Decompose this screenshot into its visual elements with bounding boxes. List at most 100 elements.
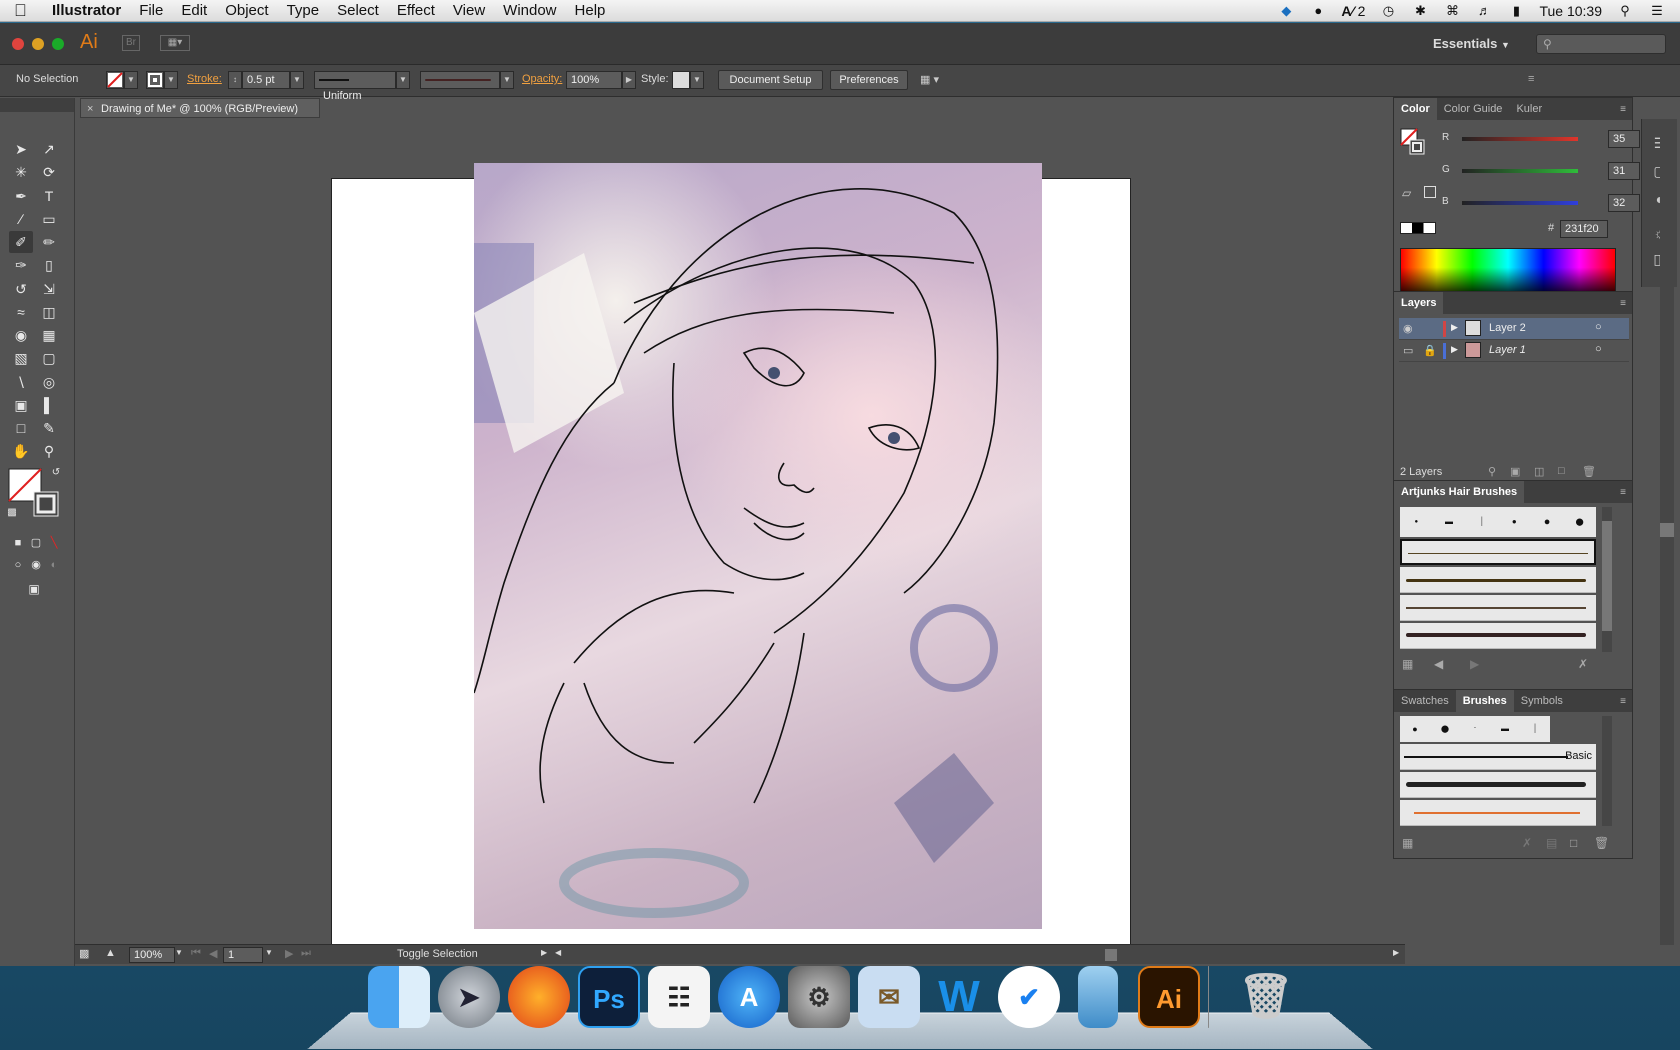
menu-file[interactable]: File: [139, 2, 163, 19]
previous-library-icon[interactable]: ◀: [1434, 657, 1443, 671]
blob-brush-tool-icon[interactable]: ✑: [9, 254, 33, 276]
brush-tip[interactable]: ●: [1400, 507, 1433, 537]
search-icon[interactable]: ⚲: [1616, 3, 1634, 18]
bluetooth-icon[interactable]: ✱: [1411, 3, 1429, 18]
menu-app-name[interactable]: Illustrator: [52, 2, 121, 19]
status-menu-icon[interactable]: ▶: [541, 948, 547, 957]
menu-help[interactable]: Help: [575, 2, 606, 19]
zoom-window-button[interactable]: [52, 38, 64, 50]
system-preferences-icon[interactable]: ⚙: [788, 966, 850, 1028]
r-slider[interactable]: [1462, 137, 1578, 141]
lasso-tool-icon[interactable]: ⟳: [37, 161, 61, 183]
lock-icon[interactable]: 🔒: [1423, 344, 1437, 357]
locate-object-icon[interactable]: ⚲: [1488, 465, 1496, 478]
brush-tip[interactable]: ▬: [1490, 716, 1520, 742]
new-brush-icon[interactable]: □: [1570, 836, 1577, 850]
illustrator-dock-icon[interactable]: Ai: [1138, 966, 1200, 1028]
remove-stroke-icon[interactable]: ✗: [1522, 836, 1532, 850]
stroke-weight-input[interactable]: 0.5 pt: [242, 71, 290, 89]
mail-icon[interactable]: ✉: [858, 966, 920, 1028]
brush-tip[interactable]: ┃: [1465, 507, 1498, 537]
target-icon[interactable]: ○: [1595, 343, 1602, 355]
free-transform-tool-icon[interactable]: ◫: [37, 301, 61, 323]
screen-mode-icon[interactable]: ▣: [22, 578, 46, 600]
scale-tool-icon[interactable]: ⇲: [37, 278, 61, 300]
menu-view[interactable]: View: [453, 2, 485, 19]
pencil-tool-icon[interactable]: ✏: [37, 231, 61, 253]
brush-options-icon[interactable]: ▤: [1546, 836, 1557, 850]
tab-kuler[interactable]: Kuler: [1509, 98, 1549, 120]
last-artboard-icon[interactable]: ⏭: [301, 947, 311, 960]
symbol-sprayer-tool-icon[interactable]: ▣: [9, 394, 33, 416]
brush-tip[interactable]: ●: [1498, 507, 1531, 537]
clock[interactable]: Tue 10:39: [1539, 3, 1602, 19]
layers-panel-menu-icon[interactable]: ≡: [1620, 298, 1632, 309]
app-store-icon[interactable]: A: [718, 966, 780, 1028]
magic-wand-tool-icon[interactable]: ✳: [9, 161, 33, 183]
close-document-icon[interactable]: ×: [87, 99, 93, 119]
b-slider[interactable]: [1462, 201, 1578, 205]
creative-cloud-icon[interactable]: ◆: [1277, 3, 1295, 18]
web-safe-icon[interactable]: [1424, 186, 1436, 198]
r-value-input[interactable]: 35: [1608, 130, 1640, 148]
zoom-level[interactable]: 100%: [129, 947, 175, 963]
tab-layers[interactable]: Layers: [1394, 292, 1444, 314]
cloud-icon[interactable]: ●: [1309, 3, 1327, 18]
mesh-tool-icon[interactable]: ▧: [9, 347, 33, 369]
close-window-button[interactable]: [12, 38, 24, 50]
brush-sample[interactable]: [1400, 567, 1596, 593]
layer-name[interactable]: Layer 2: [1489, 322, 1526, 334]
brush-sample[interactable]: [1400, 772, 1596, 798]
graphic-style-swatch[interactable]: [672, 71, 690, 89]
hair-brushes-menu-icon[interactable]: ≡: [1620, 487, 1632, 498]
g-slider[interactable]: [1462, 169, 1578, 173]
default-fill-stroke-icon[interactable]: ▩: [0, 502, 24, 524]
visibility-eye-icon[interactable]: ▭: [1403, 344, 1413, 357]
battery-icon[interactable]: ▮: [1507, 3, 1525, 18]
placed-photo[interactable]: [473, 163, 1042, 929]
brush-sample[interactable]: [1400, 800, 1596, 826]
apple-icon[interactable]: : [14, 1, 44, 21]
g-value-input[interactable]: 31: [1608, 162, 1640, 180]
tab-color-guide[interactable]: Color Guide: [1437, 98, 1510, 120]
delete-brush-icon[interactable]: 🗑: [1594, 836, 1609, 850]
document-setup-button[interactable]: Document Setup: [718, 70, 823, 90]
swap-fill-stroke-icon[interactable]: ↺: [44, 462, 68, 484]
status-text[interactable]: Toggle Selection: [397, 948, 478, 960]
target-icon[interactable]: ○: [1595, 321, 1602, 333]
brush-tip[interactable]: ▬: [1433, 507, 1466, 537]
workspace-switcher[interactable]: Essentials ▼: [1433, 36, 1510, 51]
column-graph-tool-icon[interactable]: ▌: [37, 394, 61, 416]
calendar-icon[interactable]: ☷: [648, 966, 710, 1028]
brush-sample[interactable]: [1400, 623, 1596, 649]
brush-definition[interactable]: [420, 71, 500, 89]
line-tool-icon[interactable]: ∕: [9, 208, 33, 230]
photoshop-icon[interactable]: Ps: [578, 966, 640, 1028]
tab-swatches[interactable]: Swatches: [1394, 690, 1456, 712]
stroke-color-dropdown[interactable]: ▼: [164, 71, 178, 89]
zoom-dropdown-icon[interactable]: ▼: [175, 948, 183, 957]
volume-icon[interactable]: ♬: [1475, 3, 1493, 18]
adobe-status[interactable]: A⁄ 2: [1341, 3, 1365, 19]
eraser-tool-icon[interactable]: ▯: [37, 254, 61, 276]
new-layer-icon[interactable]: □: [1558, 465, 1565, 477]
hand-tool-icon[interactable]: ✋: [9, 440, 33, 462]
brush-library-icon[interactable]: ▦: [1402, 836, 1413, 850]
wifi-icon[interactable]: ⌘: [1443, 3, 1461, 18]
out-of-gamut-icon[interactable]: ▱: [1402, 186, 1411, 200]
vertical-scrollbar[interactable]: [1660, 135, 1674, 945]
profile-dropdown[interactable]: ▼: [396, 71, 410, 89]
tab-symbols[interactable]: Symbols: [1514, 690, 1570, 712]
color-spectrum[interactable]: [1400, 248, 1616, 296]
rotate-tool-icon[interactable]: ↺: [9, 278, 33, 300]
basic-brush[interactable]: Basic: [1400, 744, 1596, 770]
brush-library-icon[interactable]: ▦: [1402, 657, 1413, 671]
firefox-icon[interactable]: [508, 966, 570, 1028]
selection-tool-icon[interactable]: ➤: [9, 138, 33, 160]
layer-row[interactable]: ◉ ▶ Layer 2 ○: [1399, 318, 1629, 340]
delete-layer-icon[interactable]: 🗑: [1582, 465, 1596, 478]
brush-sample[interactable]: [1400, 595, 1596, 621]
artboard-tool-icon[interactable]: □: [9, 417, 33, 439]
layer-row[interactable]: ▭ 🔒 ▶ Layer 1 ○: [1399, 340, 1629, 362]
wunderlist-icon[interactable]: ✔: [998, 966, 1060, 1028]
